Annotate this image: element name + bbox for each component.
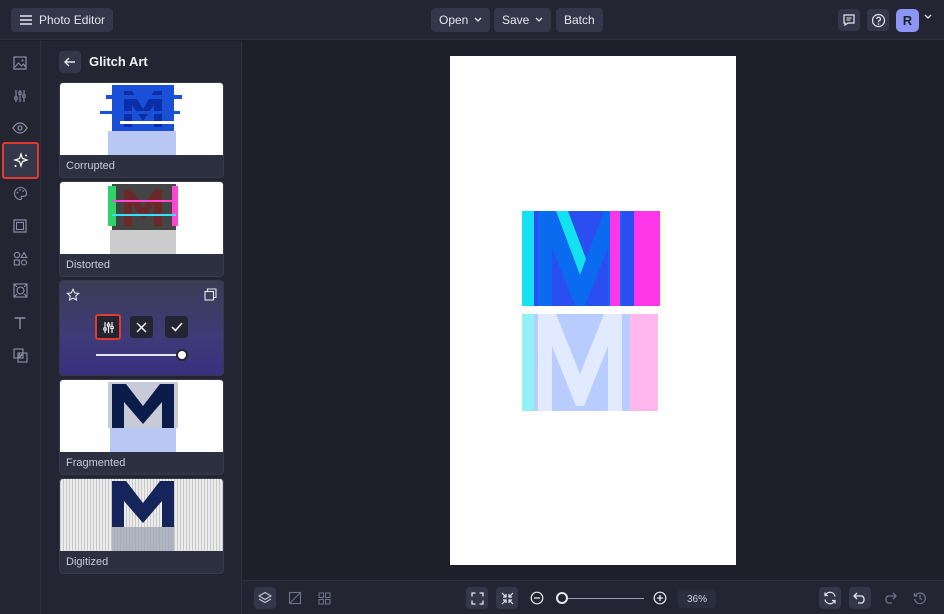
image-canvas[interactable]	[450, 56, 736, 565]
effect-card-digitized[interactable]: Digitized	[59, 478, 224, 574]
effect-thumbnail	[60, 83, 223, 155]
hamburger-icon	[19, 14, 33, 26]
effect-label: Fragmented	[66, 457, 126, 469]
glitch-image	[522, 211, 664, 411]
rail-item-adjust[interactable]	[9, 85, 31, 107]
texture-icon	[12, 347, 28, 363]
effect-label: Digitized	[66, 556, 109, 568]
rail-item-artsy[interactable]	[9, 182, 31, 204]
rail-item-overlays[interactable]	[9, 279, 31, 301]
help-icon	[871, 13, 886, 28]
expand-icon	[470, 591, 484, 605]
redo-icon	[883, 592, 897, 604]
feedback-button[interactable]	[838, 9, 860, 31]
zoom-out-icon	[530, 591, 544, 605]
chevron-down-icon	[474, 17, 482, 23]
user-avatar[interactable]: R	[896, 9, 919, 32]
save-label: Save	[502, 13, 530, 27]
app-menu-button[interactable]: Photo Editor	[11, 8, 114, 32]
panel-title: Glitch Art	[89, 54, 148, 69]
chat-icon	[842, 13, 856, 27]
eye-icon	[12, 122, 28, 134]
app-title: Photo Editor	[39, 13, 106, 27]
batch-button[interactable]: Batch	[556, 8, 603, 32]
undo-icon	[853, 592, 867, 604]
open-menu-button[interactable]: Open	[431, 8, 491, 32]
overlay-icon	[12, 282, 28, 298]
layers-button[interactable]	[254, 587, 276, 609]
chevron-down-icon[interactable]	[924, 14, 932, 20]
sparkle-icon	[12, 151, 30, 170]
undo-button[interactable]	[849, 587, 871, 609]
effect-thumbnail	[60, 479, 223, 551]
cancel-effect-button[interactable]	[130, 316, 153, 338]
effect-settings-button[interactable]	[95, 314, 121, 340]
favorite-star-icon[interactable]	[66, 288, 80, 302]
apply-effect-button[interactable]	[165, 316, 188, 338]
rail-item-frames[interactable]	[9, 215, 31, 237]
help-button[interactable]	[867, 9, 889, 31]
save-menu-button[interactable]: Save	[494, 8, 552, 32]
intensity-slider-knob[interactable]	[176, 349, 188, 361]
bottom-bar: 36%	[242, 580, 944, 614]
rail-item-textures[interactable]	[9, 344, 31, 366]
zoom-slider-knob[interactable]	[556, 592, 568, 604]
reset-button[interactable]	[819, 587, 841, 609]
frame-icon	[13, 219, 27, 233]
rail-item-graphics[interactable]	[9, 247, 31, 269]
back-button[interactable]	[59, 51, 81, 73]
fit-to-screen-button[interactable]	[466, 587, 488, 609]
text-icon	[13, 316, 27, 330]
effect-card-distorted[interactable]: Distorted	[59, 181, 224, 277]
top-bar: Photo Editor Open Save Batch R	[0, 0, 944, 40]
zoom-level[interactable]: 36%	[678, 590, 716, 608]
effect-label: Corrupted	[66, 160, 115, 172]
effect-label: Distorted	[66, 259, 111, 271]
rail-item-view[interactable]	[9, 117, 31, 139]
effect-card-selected[interactable]	[59, 280, 224, 376]
sliders-icon	[102, 321, 115, 334]
check-icon	[170, 322, 183, 332]
layers-icon	[258, 591, 272, 605]
effect-card-corrupted[interactable]: Corrupted	[59, 82, 224, 178]
zoom-in-icon	[653, 591, 667, 605]
shapes-icon	[13, 250, 28, 266]
sliders-icon	[13, 89, 27, 103]
actual-size-button[interactable]	[496, 587, 518, 609]
open-label: Open	[439, 13, 469, 27]
arrow-left-icon	[64, 57, 76, 67]
grid-button[interactable]	[313, 587, 335, 609]
tool-rail	[0, 41, 41, 614]
close-icon	[136, 322, 147, 333]
palette-icon	[13, 186, 28, 201]
refresh-icon	[823, 591, 837, 605]
batch-label: Batch	[564, 13, 595, 27]
rail-item-image[interactable]	[9, 52, 31, 74]
compare-icon	[288, 591, 302, 605]
history-button[interactable]	[909, 587, 931, 609]
duplicate-icon[interactable]	[204, 288, 217, 301]
shrink-icon	[501, 592, 514, 605]
zoom-slider-track[interactable]	[564, 598, 644, 599]
intensity-slider-track[interactable]	[96, 354, 182, 356]
effect-card-fragmented[interactable]: Fragmented	[59, 379, 224, 475]
zoom-in-button[interactable]	[649, 587, 671, 609]
rail-item-effects[interactable]	[2, 142, 39, 179]
effect-thumbnail	[60, 380, 223, 452]
chevron-down-icon	[535, 17, 543, 23]
history-icon	[913, 591, 927, 605]
redo-button[interactable]	[879, 587, 901, 609]
grid-icon	[318, 592, 331, 605]
effects-panel: Glitch Art Corrupted Distorted Fragmente…	[41, 41, 242, 614]
compare-button[interactable]	[284, 587, 306, 609]
image-icon	[13, 56, 27, 70]
effect-thumbnail	[60, 182, 223, 254]
zoom-out-button[interactable]	[526, 587, 548, 609]
rail-item-text[interactable]	[9, 312, 31, 334]
